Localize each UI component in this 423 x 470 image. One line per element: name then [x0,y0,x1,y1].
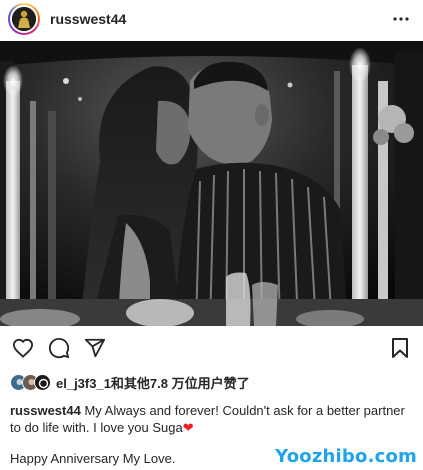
comment-bubble-icon[interactable] [46,335,72,361]
paper-plane-icon[interactable] [82,335,108,361]
post-photo[interactable] [0,41,423,326]
caption-line-2: Happy Anniversary My Love. [10,451,176,466]
likes-row[interactable]: el_j3f3_1和其他7.8 万位用户赞了 [10,372,250,392]
post-caption: russwest44 My Always and forever! Couldn… [10,402,415,436]
header-username[interactable]: russwest44 [50,11,126,27]
liker-avatars [10,373,51,391]
profile-avatar[interactable] [10,5,38,33]
more-options-icon[interactable] [391,9,411,29]
heart-outline-icon[interactable] [10,335,36,361]
site-watermark: Yoozhibo.com [275,446,417,467]
avatar-figure-icon [12,7,36,31]
action-bar [0,332,423,364]
bookmark-icon[interactable] [387,335,413,361]
likes-count-text[interactable]: el_j3f3_1和其他7.8 万位用户赞了 [56,373,250,392]
post-header: russwest44 [0,0,423,38]
liker-avatar-3 [34,373,51,391]
couple-kissing-photo [0,41,423,326]
story-ring[interactable] [8,3,40,35]
instagram-post: russwest44 el_j3f3_1和其他7.8 万位用户赞了 russwe… [0,0,423,470]
caption-username[interactable]: russwest44 [10,403,81,418]
heart-emoji: ❤ [182,420,194,435]
